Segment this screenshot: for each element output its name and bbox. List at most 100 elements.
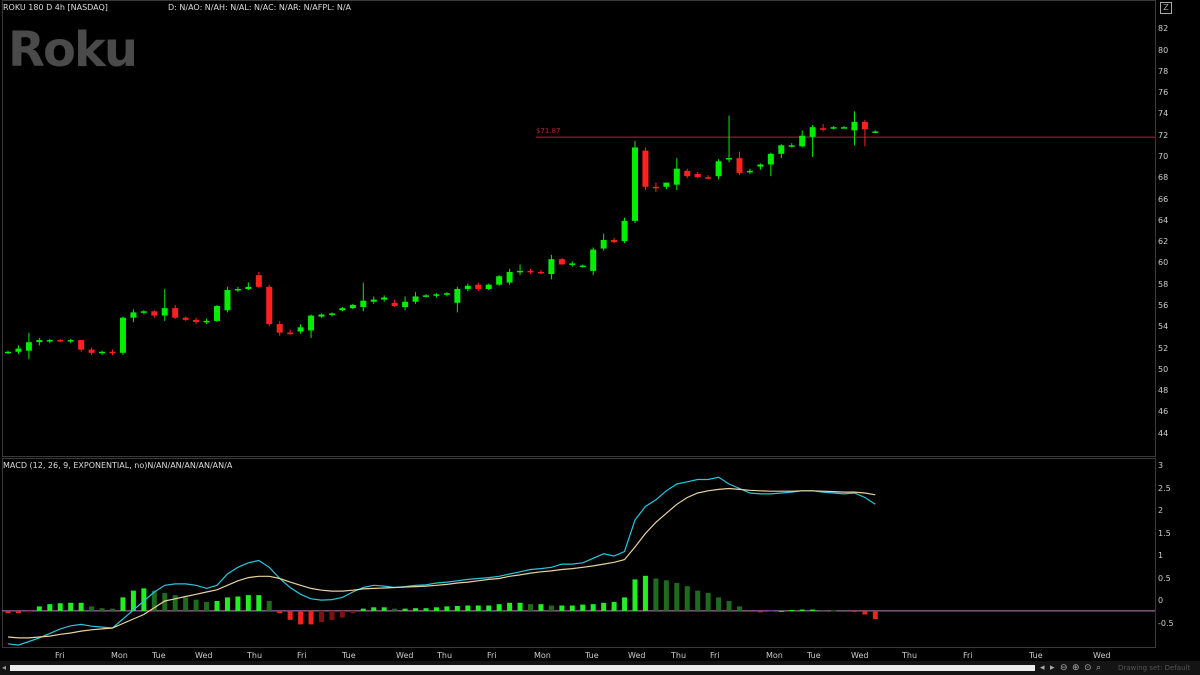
price-tick-label: 82 <box>1158 24 1169 34</box>
scroll-left-icon[interactable]: ◂ <box>2 663 6 672</box>
macd-histogram-bar <box>465 605 471 611</box>
candle-down <box>705 177 712 179</box>
candle-up <box>621 220 628 242</box>
candle-down <box>527 270 534 273</box>
candle-up <box>548 259 555 275</box>
macd-histogram-bar <box>245 595 251 611</box>
macd-histogram-bar <box>183 597 189 611</box>
candle-down <box>172 308 179 318</box>
candle-up <box>130 312 137 318</box>
candle-down <box>475 284 482 289</box>
macd-line <box>7 476 876 646</box>
candle-up <box>464 285 471 289</box>
macd-histogram-bar <box>862 610 868 615</box>
macd-histogram-bar <box>507 602 513 611</box>
candle-up <box>245 286 252 289</box>
candle-up <box>632 147 638 221</box>
macd-histogram-bar <box>402 608 408 611</box>
horizontal-scrollbar[interactable]: ◂ <box>0 661 1200 675</box>
zoom-in-icon[interactable]: ⊕ <box>1072 663 1080 673</box>
candle-up <box>224 290 231 311</box>
time-tick-label: Fri <box>487 651 497 660</box>
candle-up <box>412 296 419 302</box>
macd-histogram-bar <box>684 586 690 611</box>
drawing-set-label[interactable]: Drawing set: Default <box>1118 664 1190 672</box>
candle-up <box>370 299 377 302</box>
macd-histogram-bar <box>235 596 241 611</box>
price-tick-label: 48 <box>1158 386 1169 396</box>
macd-histogram-bar <box>433 607 439 611</box>
macd-histogram-bar <box>517 602 523 611</box>
candle-down <box>736 158 743 173</box>
macd-histogram-bar <box>78 602 84 611</box>
macd-histogram-bar <box>496 604 502 611</box>
price-tick-label: 68 <box>1158 173 1169 183</box>
macd-histogram-bar <box>68 602 74 611</box>
macd-histogram-bar <box>392 608 398 611</box>
candle-up <box>203 320 210 323</box>
candle-down <box>276 324 283 333</box>
price-tick-label: 44 <box>1158 428 1169 438</box>
macd-histogram-bar <box>632 579 638 611</box>
candle-up <box>454 288 461 303</box>
time-tick-label: Fri <box>710 651 720 660</box>
macd-histogram-bar <box>716 597 722 611</box>
candle-down <box>287 332 294 335</box>
time-tick-label: Fri <box>55 651 65 660</box>
price-tick-label: 66 <box>1158 194 1169 204</box>
macd-histogram-bar <box>47 604 53 611</box>
macd-histogram-bar <box>747 610 753 612</box>
reset-zoom-icon[interactable]: ⊙ <box>1084 663 1092 673</box>
chart-canvas[interactable]: $71.87 <box>0 0 1200 675</box>
candle-up <box>99 351 106 354</box>
drawing-tool-icon[interactable]: Z <box>1160 2 1172 14</box>
candle-up <box>360 300 367 308</box>
macd-histogram-bar <box>674 583 680 611</box>
candle-up <box>673 168 680 185</box>
price-tick-label: 54 <box>1158 322 1169 332</box>
price-tick-label: 70 <box>1158 152 1169 161</box>
candle-down <box>642 150 649 187</box>
candle-down <box>151 311 158 316</box>
candle-up <box>67 340 74 342</box>
price-tick-label: 52 <box>1158 343 1169 353</box>
candle-up <box>5 351 11 354</box>
macd-tick-label: 2.5 <box>1158 483 1171 493</box>
time-tick-label: Wed <box>628 651 646 660</box>
macd-histogram-bar <box>548 605 554 611</box>
macd-histogram-bar <box>15 610 21 614</box>
macd-histogram-bar <box>559 605 565 611</box>
macd-histogram-bar <box>57 603 63 611</box>
candle-up <box>46 340 53 342</box>
pan-right-icon[interactable]: ▸ <box>1050 663 1055 673</box>
price-tick-label: 58 <box>1158 279 1169 289</box>
macd-histogram-bar <box>580 604 586 611</box>
magnifier-icon[interactable]: ⌕ <box>1096 663 1101 673</box>
time-tick-label: Mon <box>534 651 551 660</box>
zoom-out-icon[interactable]: ⊖ <box>1060 663 1068 673</box>
candle-up <box>402 301 409 308</box>
price-tick-label: 76 <box>1158 88 1169 98</box>
scroll-thumb[interactable] <box>10 665 1035 671</box>
candle-down <box>391 302 398 306</box>
macd-histogram-bar <box>214 601 220 611</box>
price-tick-label: 62 <box>1158 237 1169 247</box>
macd-histogram-bar <box>820 610 826 611</box>
candle-up <box>600 240 607 249</box>
macd-histogram-bar <box>36 606 42 611</box>
time-tick-label: Mon <box>111 651 128 660</box>
candle-down <box>88 349 95 353</box>
candle-up <box>809 127 816 137</box>
time-tick-label: Wed <box>195 651 213 660</box>
candle-down <box>193 319 200 322</box>
macd-histogram-bar <box>611 601 617 611</box>
macd-tick-label: 0 <box>1158 596 1164 605</box>
macd-histogram-bar <box>172 595 178 611</box>
candle-down <box>109 351 116 354</box>
pan-left-icon[interactable]: ◂ <box>1040 663 1045 673</box>
macd-histogram-bar <box>256 595 262 611</box>
macd-histogram-bar <box>319 610 324 623</box>
macd-histogram-bar <box>339 610 345 618</box>
macd-histogram-bar <box>287 610 293 620</box>
candle-down <box>558 259 565 265</box>
